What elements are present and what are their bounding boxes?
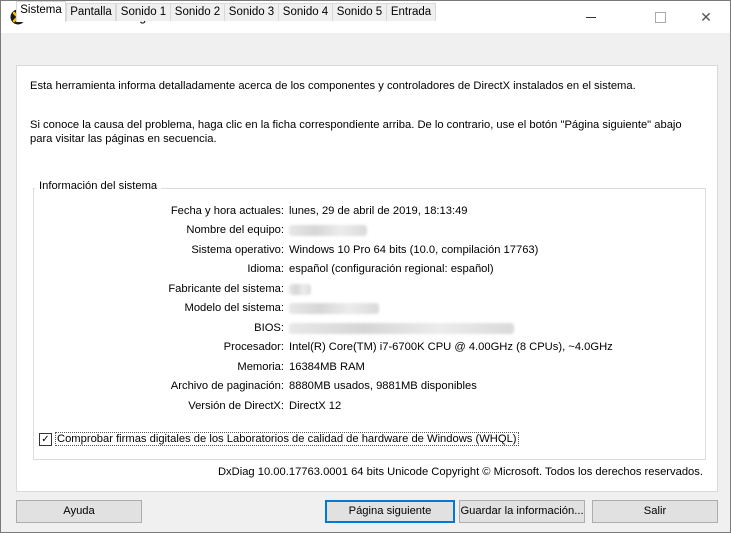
info-row-processor: Procesador: Intel(R) Core(TM) i7-6700K C… <box>17 341 717 357</box>
tab-entrada[interactable]: Entrada <box>386 3 436 21</box>
info-label: Archivo de paginación: <box>170 380 284 392</box>
tab-sonido-5[interactable]: Sonido 5 <box>332 3 387 21</box>
info-row-manufacturer: Fabricante del sistema: <box>17 283 717 299</box>
info-row-date: Fecha y hora actuales: lunes, 29 de abri… <box>17 205 717 221</box>
info-label: Fabricante del sistema: <box>168 283 284 295</box>
tab-sistema[interactable]: Sistema <box>16 1 66 22</box>
tab-sonido-2[interactable]: Sonido 2 <box>170 3 225 21</box>
redacted-value <box>289 322 514 334</box>
tab-sonido-4[interactable]: Sonido 4 <box>278 3 333 21</box>
redacted-value <box>289 224 367 236</box>
info-label: Procesador: <box>223 341 284 353</box>
maximize-button[interactable] <box>637 1 683 33</box>
save-info-button[interactable]: Guardar la información... <box>459 500 585 523</box>
system-info-title: Información del sistema <box>35 180 162 192</box>
info-row-bios: BIOS: <box>17 322 717 338</box>
info-value: 16384MB RAM <box>289 361 365 373</box>
info-value: español (configuración regional: español… <box>289 263 494 275</box>
copyright-footer: DxDiag 10.00.17763.0001 64 bits Unicode … <box>17 466 717 478</box>
info-row-os: Sistema operativo: Windows 10 Pro 64 bit… <box>17 244 717 260</box>
info-value: 8880MB usados, 9881MB disponibles <box>289 380 477 392</box>
info-label: Memoria: <box>237 361 284 373</box>
next-page-button[interactable]: Página siguiente <box>325 500 455 523</box>
tab-pantalla[interactable]: Pantalla <box>66 3 116 21</box>
info-row-computer-name: Nombre del equipo: <box>17 224 717 240</box>
info-row-language: Idioma: español (configuración regional:… <box>17 263 717 279</box>
info-label: Nombre del equipo: <box>186 224 284 236</box>
exit-button[interactable]: Salir <box>592 500 718 523</box>
info-label: Fecha y hora actuales: <box>170 205 284 217</box>
info-value: Intel(R) Core(TM) i7-6700K CPU @ 4.00GHz… <box>289 341 613 353</box>
help-button[interactable]: Ayuda <box>16 500 142 523</box>
info-value: Windows 10 Pro 64 bits (10.0, compilació… <box>289 244 539 256</box>
info-label: Idioma: <box>247 263 284 275</box>
redacted-value <box>289 283 311 295</box>
close-button[interactable]: ✕ <box>683 1 729 33</box>
version-copyright-text: DxDiag 10.00.17763.0001 64 bits Unicode … <box>217 466 703 478</box>
info-row-model: Modelo del sistema: <box>17 302 717 318</box>
tab-panel-sistema: Esta herramienta informa detalladamente … <box>16 65 718 492</box>
tab-sonido-1[interactable]: Sonido 1 <box>116 3 171 21</box>
whql-checkbox[interactable]: ✓ <box>39 433 52 446</box>
info-label: Sistema operativo: <box>191 244 284 256</box>
info-label: BIOS: <box>254 322 284 334</box>
close-icon: ✕ <box>700 8 712 25</box>
minimize-icon <box>586 16 596 18</box>
minimize-button[interactable] <box>568 1 614 33</box>
info-value: lunes, 29 de abril de 2019, 18:13:49 <box>289 205 468 217</box>
info-row-directx-version: Versión de DirectX: DirectX 12 <box>17 400 717 416</box>
intro-text: Esta herramienta informa detalladamente … <box>30 80 636 92</box>
info-row-pagefile: Archivo de paginación: 8880MB usados, 98… <box>17 380 717 396</box>
info-label: Modelo del sistema: <box>184 302 285 314</box>
dxdiag-window: Herramienta de diagnóstico de DirectX ✕ … <box>0 0 731 533</box>
info-row-memory: Memoria: 16384MB RAM <box>17 361 717 377</box>
tab-sonido-3[interactable]: Sonido 3 <box>224 3 279 21</box>
intro-instructions: Si conoce la causa del problema, haga cl… <box>30 119 682 145</box>
redacted-value <box>289 302 379 314</box>
whql-checkbox-label[interactable]: Comprobar firmas digitales de los Labora… <box>55 432 519 446</box>
maximize-icon <box>654 11 666 23</box>
checkmark-icon: ✓ <box>41 434 50 445</box>
info-label: Versión de DirectX: <box>188 400 284 412</box>
info-value: DirectX 12 <box>289 400 342 412</box>
